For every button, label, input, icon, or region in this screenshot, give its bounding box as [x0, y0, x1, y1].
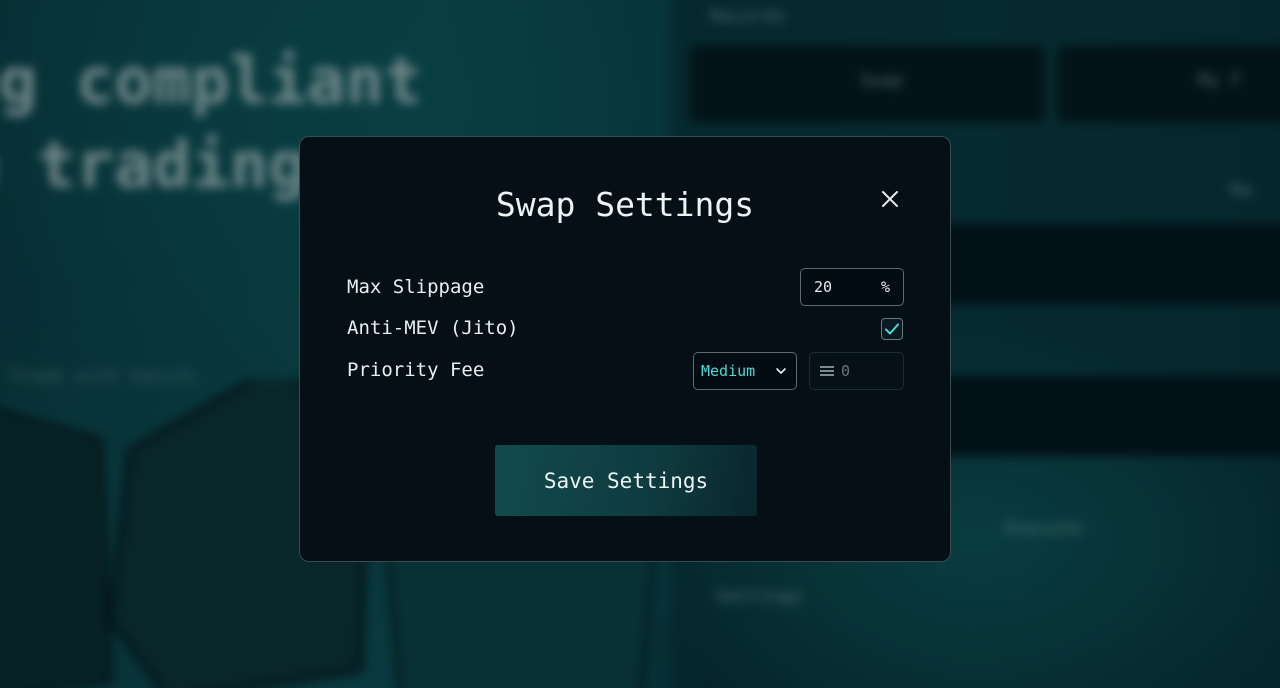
modal-title: Swap Settings: [495, 185, 755, 224]
checkmark-icon: [885, 323, 899, 335]
priority-fee-label: Priority Fee: [347, 359, 485, 381]
priority-fee-custom-field[interactable]: [809, 352, 904, 390]
app-stage: ng compliant e trading Trade with Vanish…: [0, 0, 1280, 688]
percent-unit: %: [880, 278, 890, 296]
anti-mev-checkbox[interactable]: [881, 318, 903, 340]
priority-fee-custom-input[interactable]: [841, 362, 891, 380]
close-icon: [882, 191, 898, 207]
max-slippage-field[interactable]: %: [800, 268, 904, 306]
anti-mev-label: Anti-MEV (Jito): [347, 317, 519, 339]
swap-settings-modal: Swap Settings Max Slippage % Anti-MEV (J…: [299, 136, 951, 562]
menu-lines-icon: [820, 366, 834, 376]
priority-fee-selected-value: Medium: [701, 362, 756, 380]
priority-fee-select[interactable]: Medium: [693, 352, 797, 390]
save-settings-button[interactable]: Save Settings: [495, 445, 757, 516]
max-slippage-input[interactable]: [814, 278, 854, 296]
close-button[interactable]: [878, 187, 902, 211]
chevron-down-icon: [776, 368, 786, 374]
max-slippage-label: Max Slippage: [347, 276, 485, 298]
